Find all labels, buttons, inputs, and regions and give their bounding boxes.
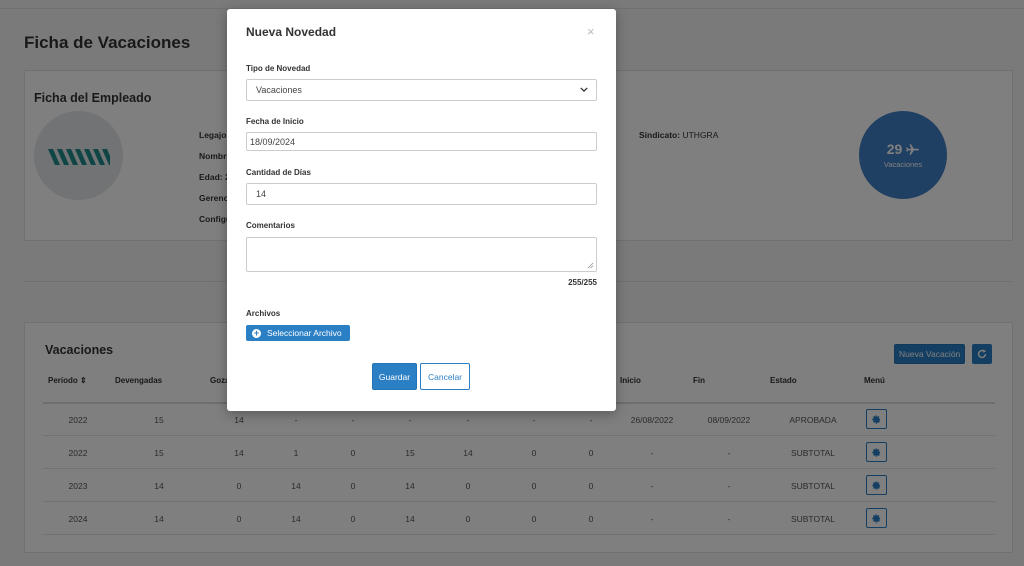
- close-icon[interactable]: ×: [587, 24, 595, 39]
- fecha-inicio-input[interactable]: 18/09/2024: [246, 132, 597, 151]
- cancel-button[interactable]: Cancelar: [420, 363, 470, 390]
- tipo-novedad-select[interactable]: Vacaciones: [246, 79, 597, 101]
- char-counter: 255/255: [568, 278, 597, 287]
- cantidad-dias-input[interactable]: 14: [246, 183, 597, 205]
- resize-handle-icon[interactable]: [587, 262, 594, 269]
- cantidad-dias-value: 14: [256, 189, 267, 199]
- tipo-novedad-value: Vacaciones: [256, 85, 302, 95]
- comentarios-textarea[interactable]: [246, 237, 597, 272]
- cantidad-dias-label: Cantidad de Días: [246, 168, 311, 177]
- select-file-button[interactable]: + Seleccionar Archivo: [246, 325, 350, 341]
- archivos-label: Archivos: [246, 309, 281, 318]
- comentarios-label: Comentarios: [246, 221, 295, 230]
- select-file-label: Seleccionar Archivo: [267, 328, 342, 338]
- fecha-inicio-value: 18/09/2024: [250, 136, 296, 147]
- fecha-inicio-label: Fecha de Inicio: [246, 117, 304, 126]
- new-entry-modal: Nueva Novedad × Tipo de Novedad Vacacion…: [227, 9, 616, 411]
- save-button[interactable]: Guardar: [372, 363, 417, 390]
- tipo-novedad-label: Tipo de Novedad: [246, 64, 311, 73]
- modal-title: Nueva Novedad: [246, 25, 337, 39]
- chevron-down-icon: [580, 86, 588, 95]
- plus-circle-icon: +: [252, 327, 261, 338]
